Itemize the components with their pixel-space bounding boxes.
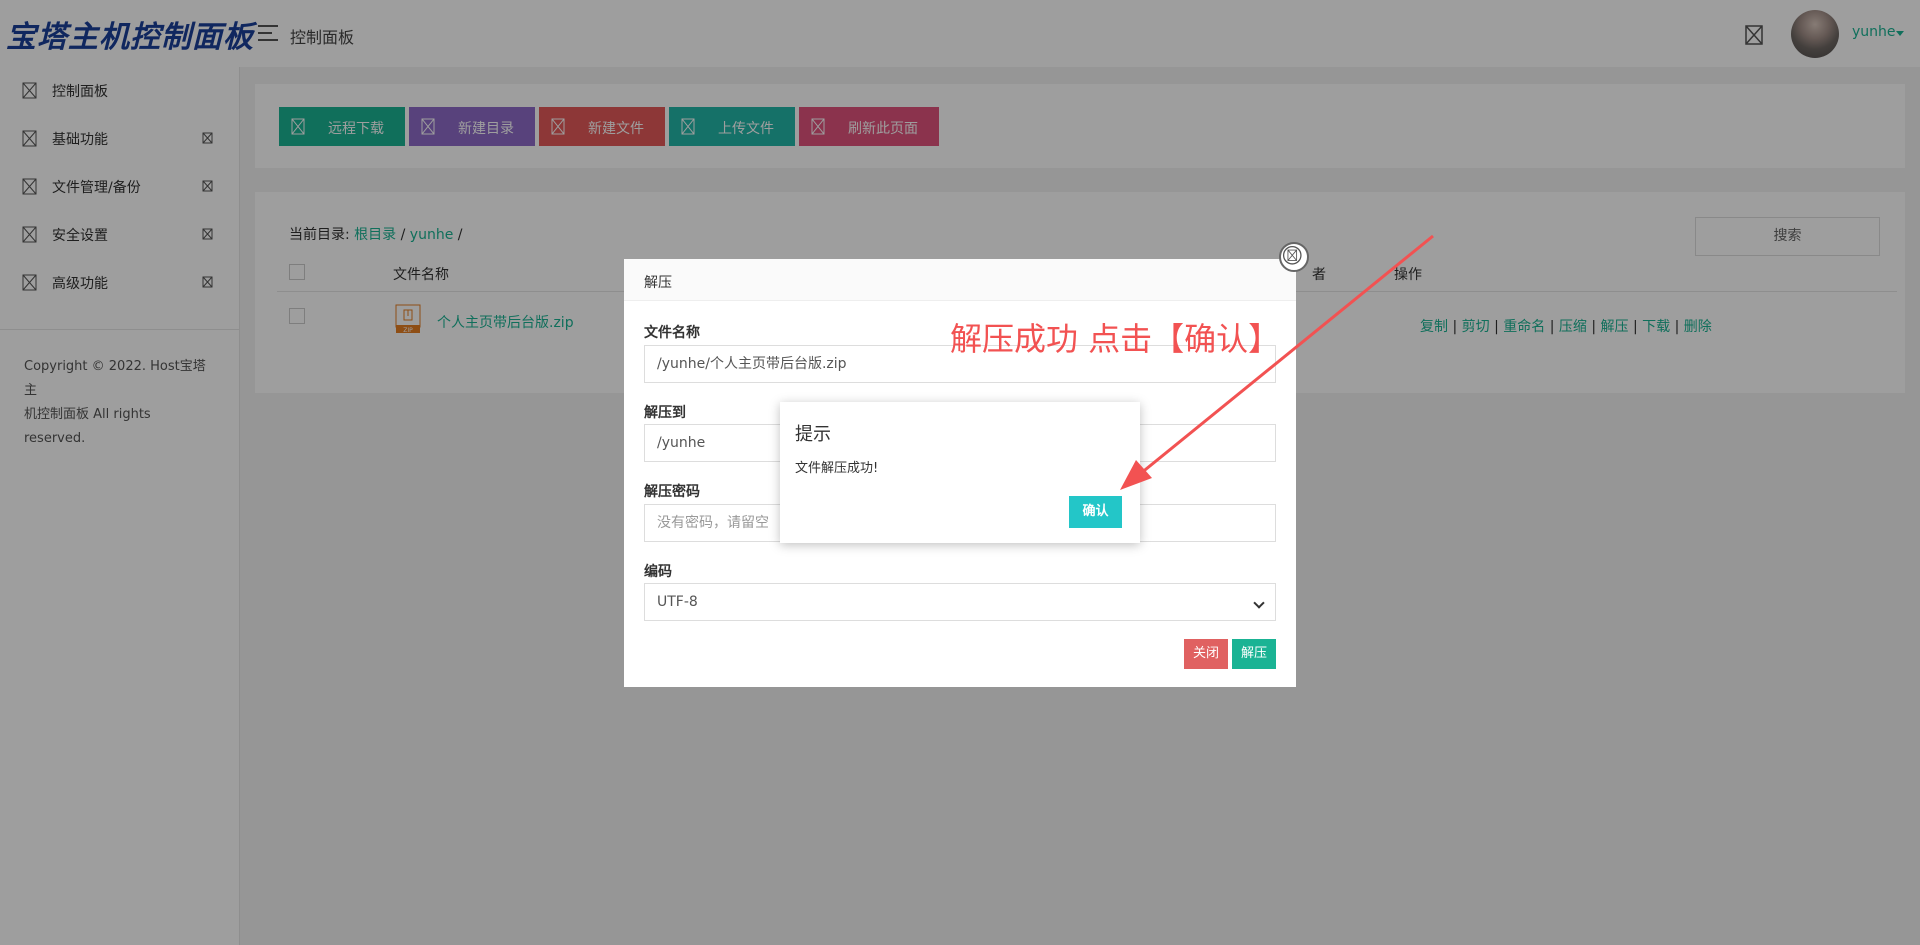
dialog-header: 解压: [624, 259, 1296, 301]
dialog-title: 解压: [644, 275, 672, 291]
prompt-title: 提示: [795, 424, 831, 445]
encoding-select[interactable]: UTF-8: [644, 583, 1276, 621]
encoding-selected-value: UTF-8: [657, 594, 698, 610]
confirm-button[interactable]: 确认: [1069, 496, 1122, 528]
success-prompt-dialog: 提示 文件解压成功! 确认: [780, 402, 1140, 543]
extract-button[interactable]: 解压: [1232, 639, 1276, 669]
close-button[interactable]: 关闭: [1184, 639, 1228, 669]
close-icon[interactable]: [1279, 242, 1309, 272]
annotation-text: 解压成功 点击【确认】: [950, 320, 1281, 358]
prompt-message: 文件解压成功!: [795, 461, 879, 476]
chevron-down-icon: [1253, 597, 1265, 609]
filename-label: 文件名称: [644, 325, 700, 341]
password-label: 解压密码: [644, 484, 700, 500]
encoding-label: 编码: [644, 564, 672, 580]
target-label: 解压到: [644, 405, 686, 421]
